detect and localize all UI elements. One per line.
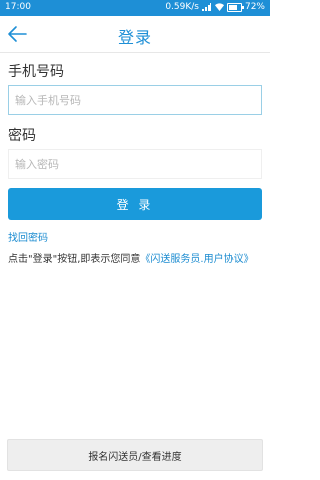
battery-icon bbox=[226, 2, 244, 12]
page-title: 登录 bbox=[117, 28, 152, 47]
phone-label: 手机号码 bbox=[8, 64, 64, 80]
agreement-prefix: 点击"登录"按钮,即表示您同意 bbox=[8, 254, 141, 265]
wifi-icon bbox=[214, 3, 224, 11]
status-bar: 17:00 0.59K/s 72% bbox=[0, 0, 270, 16]
agreement-link[interactable]: 《闪送服务员.用户协议》 bbox=[140, 254, 253, 265]
register-courier-button[interactable]: 报名闪送员/查看进度 bbox=[7, 439, 263, 471]
phone-input[interactable] bbox=[8, 85, 262, 115]
password-input[interactable] bbox=[8, 149, 262, 179]
signal-icon bbox=[201, 3, 212, 11]
forgot-password-link[interactable]: 找回密码 bbox=[8, 229, 48, 244]
agreement-text: 点击"登录"按钮,即表示您同意《闪送服务员.用户协议》 bbox=[8, 250, 254, 265]
status-indicators: 0.59K/s 72% bbox=[165, 2, 265, 12]
password-label: 密码 bbox=[8, 128, 36, 144]
battery-percent: 72% bbox=[244, 2, 265, 12]
title-bar: 登录 bbox=[0, 16, 270, 53]
battery-fill bbox=[228, 4, 237, 10]
network-speed: 0.59K/s bbox=[165, 2, 199, 12]
status-time: 17:00 bbox=[5, 2, 31, 12]
login-button[interactable]: 登 录 bbox=[8, 188, 262, 220]
